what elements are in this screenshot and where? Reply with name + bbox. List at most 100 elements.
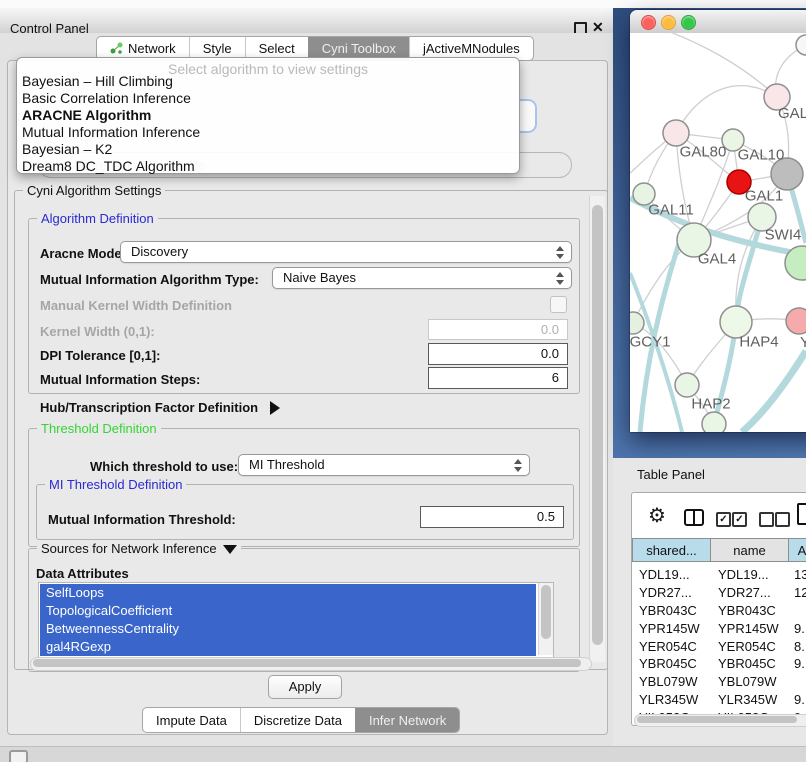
list-item[interactable]: gal4RGexp <box>40 638 536 656</box>
table-row[interactable]: YER054CYER054C8. <box>632 637 806 655</box>
table-horizontal-scrollbar[interactable] <box>634 714 806 727</box>
network-icon <box>110 42 123 55</box>
which-threshold-value: MI Threshold <box>249 457 325 472</box>
gear-icon[interactable]: ⚙ <box>648 503 666 528</box>
mi-steps-field[interactable]: 6 <box>428 367 568 389</box>
hub-definition-toggle[interactable]: Hub/Transcription Factor Definition <box>40 400 280 415</box>
tab-style-label: Style <box>203 41 232 56</box>
network-window-titlebar[interactable] <box>630 10 806 34</box>
columns-icon-divider <box>693 511 695 524</box>
table-row[interactable]: YDL19...YDL19...13 <box>632 566 806 584</box>
cell-shared: YBR043C <box>632 603 711 618</box>
which-threshold-label: Which threshold to use: <box>90 459 238 474</box>
minimize-traffic-light[interactable] <box>661 15 676 30</box>
tab-discretize-data-label: Discretize Data <box>254 713 342 728</box>
column-header-name[interactable]: name <box>710 538 789 562</box>
node-label-hap4: HAP4 <box>739 334 778 351</box>
dropdown-item-aracne[interactable]: ARACNE Algorithm <box>19 107 516 124</box>
network-node-gcy1[interactable] <box>630 312 644 334</box>
tab-impute-data[interactable]: Impute Data <box>143 708 240 732</box>
control-panel-titlebar: Control Panel ✕ <box>0 8 613 34</box>
attributes-scrollbar-thumb[interactable] <box>541 585 551 639</box>
table-row[interactable]: YDR27...YDR27...12 <box>632 584 806 602</box>
bottom-status-strip <box>0 746 806 762</box>
attributes-scrollbar[interactable] <box>538 583 553 655</box>
aracne-mode-combo[interactable]: Discovery <box>120 241 572 263</box>
document-icon[interactable] <box>797 503 806 525</box>
sources-horizontal-scrollbar[interactable] <box>30 657 592 671</box>
data-attributes-label: Data Attributes <box>36 566 129 581</box>
cell-value: 9. <box>789 621 805 636</box>
column-header-shared[interactable]: shared... <box>632 538 711 562</box>
mi-threshold-label: Mutual Information Threshold: <box>48 512 236 527</box>
deselect-checkbox-icon[interactable] <box>775 512 790 527</box>
dpi-tolerance-field[interactable]: 0.0 <box>428 343 568 365</box>
sources-hscrollbar-thumb[interactable] <box>33 659 581 667</box>
tab-impute-data-label: Impute Data <box>156 713 227 728</box>
list-item[interactable]: BetweennessCentrality <box>40 620 536 638</box>
list-item[interactable]: TopologicalCoefficient <box>40 602 536 620</box>
network-node-gal80[interactable] <box>663 120 689 146</box>
threshold-definition-title: Threshold Definition <box>37 421 161 436</box>
tab-network-label: Network <box>128 41 176 56</box>
cell-value: 9. <box>789 692 805 707</box>
table-hscrollbar-thumb[interactable] <box>637 716 797 723</box>
table-row[interactable]: YBR043CYBR043C <box>632 602 806 620</box>
tab-infer-network[interactable]: Infer Network <box>355 708 459 732</box>
close-traffic-light[interactable] <box>641 15 656 30</box>
combo-stepper-icon <box>556 272 564 285</box>
settings-scrollbar-thumb[interactable] <box>592 205 603 645</box>
list-item[interactable]: SelfLoops <box>40 584 536 602</box>
dropdown-item-basic-correlation[interactable]: Basic Correlation Inference <box>19 90 516 107</box>
columns-icon[interactable] <box>684 509 704 526</box>
column-header-cut[interactable]: A <box>788 538 806 562</box>
algorithm-dropdown-popup: Select algorithm to view settings Bayesi… <box>16 57 520 174</box>
deselect-checkbox-icon[interactable] <box>759 512 774 527</box>
network-view-window: GAL80 GAL10 GAL1 GAL11 SWI4 GAL4 GCY1 HA… <box>630 10 806 432</box>
mi-type-value: Naive Bayes <box>283 270 356 285</box>
table-row[interactable]: YLR345WYLR345W9. <box>632 691 806 709</box>
dropdown-item-bayesian-hill[interactable]: Bayesian – Hill Climbing <box>19 73 516 90</box>
panel-corner-icon[interactable] <box>9 750 28 762</box>
network-canvas[interactable]: GAL80 GAL10 GAL1 GAL11 SWI4 GAL4 GCY1 HA… <box>630 33 806 432</box>
tab-discretize-data[interactable]: Discretize Data <box>240 708 355 732</box>
sources-group-title[interactable]: Sources for Network Inference <box>37 541 241 556</box>
dropdown-item-dream8[interactable]: Dream8 DC_TDC Algorithm <box>19 158 516 175</box>
which-threshold-combo[interactable]: MI Threshold <box>238 454 530 476</box>
cell-shared: YBR045C <box>632 656 711 671</box>
network-node[interactable] <box>796 35 806 55</box>
cell-shared: YBL079W <box>632 674 711 689</box>
node-label-gal10: GAL10 <box>738 147 785 164</box>
kernel-width-field[interactable]: 0.0 <box>428 319 568 340</box>
select-all-checkbox-icon[interactable]: ✓ <box>732 512 747 527</box>
dropdown-item-mutual-information[interactable]: Mutual Information Inference <box>19 124 516 141</box>
cell-shared: YLR345W <box>632 692 711 707</box>
table-panel-title: Table Panel <box>637 467 705 482</box>
tab-select-label: Select <box>259 41 295 56</box>
table-row[interactable]: YPR145WYPR145W9. <box>632 619 806 637</box>
node-label-swi4: SWI4 <box>765 227 802 244</box>
apply-button[interactable]: Apply <box>268 675 342 699</box>
node-label-gcy1: GCY1 <box>630 334 670 351</box>
manual-kernel-label: Manual Kernel Width Definition <box>40 298 232 313</box>
collapse-down-icon <box>223 545 237 554</box>
table-row[interactable]: YBR045CYBR045C9. <box>632 655 806 673</box>
settings-vertical-scrollbar[interactable] <box>589 196 605 662</box>
table-row[interactable]: YBL079WYBL079W <box>632 673 806 691</box>
network-node-hap2[interactable] <box>675 373 699 397</box>
cell-shared: YDL19... <box>632 567 711 582</box>
select-all-checkbox-icon[interactable]: ✓ <box>716 512 731 527</box>
tab-jactivemnodules-label: jActiveMNodules <box>423 41 520 56</box>
dpi-tolerance-label: DPI Tolerance [0,1]: <box>40 348 160 363</box>
cell-name: YBL079W <box>711 674 789 689</box>
data-attributes-list: SelfLoops TopologicalCoefficient Between… <box>38 582 554 658</box>
zoom-traffic-light[interactable] <box>681 15 696 30</box>
mi-threshold-field[interactable]: 0.5 <box>420 506 564 528</box>
sources-title-text: Sources for Network Inference <box>41 541 217 556</box>
network-node-y-cut[interactable] <box>786 308 806 334</box>
combo-stepper-icon <box>514 459 522 472</box>
network-node[interactable] <box>702 412 726 432</box>
manual-kernel-checkbox[interactable] <box>550 296 567 313</box>
mi-type-combo[interactable]: Naive Bayes <box>272 267 572 289</box>
dropdown-item-bayesian-k2[interactable]: Bayesian – K2 <box>19 141 516 158</box>
